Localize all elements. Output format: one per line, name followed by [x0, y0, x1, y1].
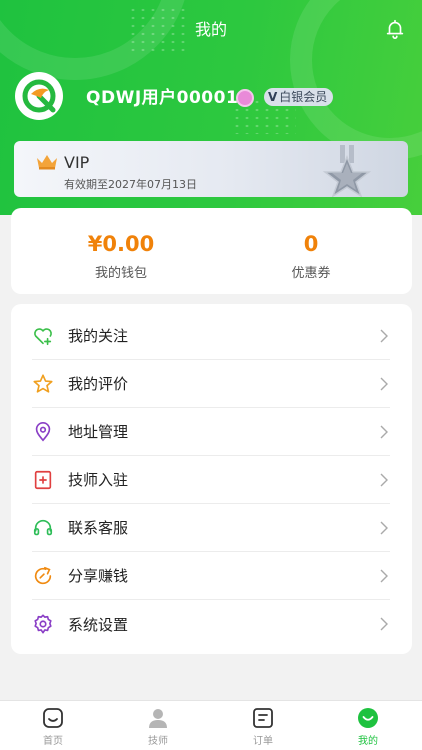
tab-label: 首页 [43, 736, 63, 747]
headset-icon [33, 519, 53, 535]
tab-technician[interactable]: 技师 [128, 707, 188, 747]
menu-item-technician-join[interactable]: 技师入驻 [32, 456, 390, 504]
menu-list: 我的关注 我的评价 地址管理 技师入驻 联系客服 分享赚钱 系统设置 [11, 304, 412, 654]
menu-item-address[interactable]: 地址管理 [32, 408, 390, 456]
tab-orders[interactable]: 订单 [233, 707, 293, 747]
menu-item-label: 我的关注 [68, 327, 129, 345]
home-icon [43, 708, 63, 728]
profile-smile-icon [358, 708, 378, 728]
username: QDWJ用户00001 [86, 88, 239, 108]
profile-header: 我的 QDWJ用户00001 V 白银会员 VIP 有效期至2027年07月13… [0, 0, 422, 215]
heart-plus-icon [34, 327, 52, 345]
member-level-badge[interactable]: V 白银会员 [264, 88, 334, 106]
chevron-right-icon [380, 377, 388, 391]
menu-item-my-follows[interactable]: 我的关注 [32, 312, 390, 360]
chevron-right-icon [380, 617, 388, 631]
silver-star-medal-icon [322, 145, 372, 197]
menu-item-label: 分享赚钱 [68, 567, 129, 585]
tab-label: 技师 [148, 736, 168, 747]
page-title: 我的 [194, 20, 227, 39]
chevron-right-icon [380, 473, 388, 487]
bell-icon[interactable] [384, 18, 406, 40]
chevron-right-icon [380, 329, 388, 343]
coupon-stat[interactable]: 0 优惠券 [211, 208, 411, 294]
menu-item-share-earn[interactable]: 分享赚钱 [32, 552, 390, 600]
avatar[interactable] [15, 72, 63, 120]
menu-item-label: 我的评价 [68, 375, 129, 393]
technician-icon [149, 709, 167, 728]
tab-home[interactable]: 首页 [23, 707, 83, 747]
plus-square-icon [34, 470, 52, 489]
wallet-label: 我的钱包 [94, 266, 147, 281]
location-pin-icon [35, 421, 51, 442]
chevron-right-icon [380, 425, 388, 439]
gender-badge-icon [236, 89, 254, 107]
menu-item-label: 技师入驻 [68, 471, 129, 489]
order-icon [253, 708, 273, 728]
menu-item-label: 地址管理 [68, 423, 129, 441]
tab-label: 我的 [358, 736, 378, 747]
vip-expire-date: 有效期至2027年07月13日 [64, 178, 197, 191]
coupon-label: 优惠券 [291, 266, 331, 281]
menu-item-settings[interactable]: 系统设置 [32, 600, 390, 648]
member-badge-letter: V [268, 90, 278, 104]
share-refresh-icon [34, 566, 52, 584]
wallet-card: ¥0.00 我的钱包 0 优惠券 [11, 208, 412, 294]
wallet-balance: ¥0.00 [87, 232, 155, 256]
brand-logo-icon [22, 79, 56, 113]
member-level-label: 白银会员 [279, 90, 328, 104]
menu-item-label: 系统设置 [68, 615, 129, 634]
coupon-count: 0 [303, 232, 319, 256]
star-icon [33, 373, 53, 393]
chevron-right-icon [380, 521, 388, 535]
menu-item-my-reviews[interactable]: 我的评价 [32, 360, 390, 408]
tab-label: 订单 [253, 736, 273, 747]
menu-item-label: 联系客服 [68, 519, 129, 537]
chevron-right-icon [380, 569, 388, 583]
wallet-stat[interactable]: ¥0.00 我的钱包 [21, 208, 221, 294]
vip-card[interactable]: VIP 有效期至2027年07月13日 [14, 141, 408, 197]
settings-icon [34, 614, 52, 634]
vip-title: VIP [64, 153, 90, 172]
bottom-tab-bar: 首页 技师 订单 我的 [0, 700, 422, 750]
tab-mine[interactable]: 我的 [338, 707, 398, 747]
crown-icon [37, 155, 57, 170]
menu-item-customer-service[interactable]: 联系客服 [32, 504, 390, 552]
